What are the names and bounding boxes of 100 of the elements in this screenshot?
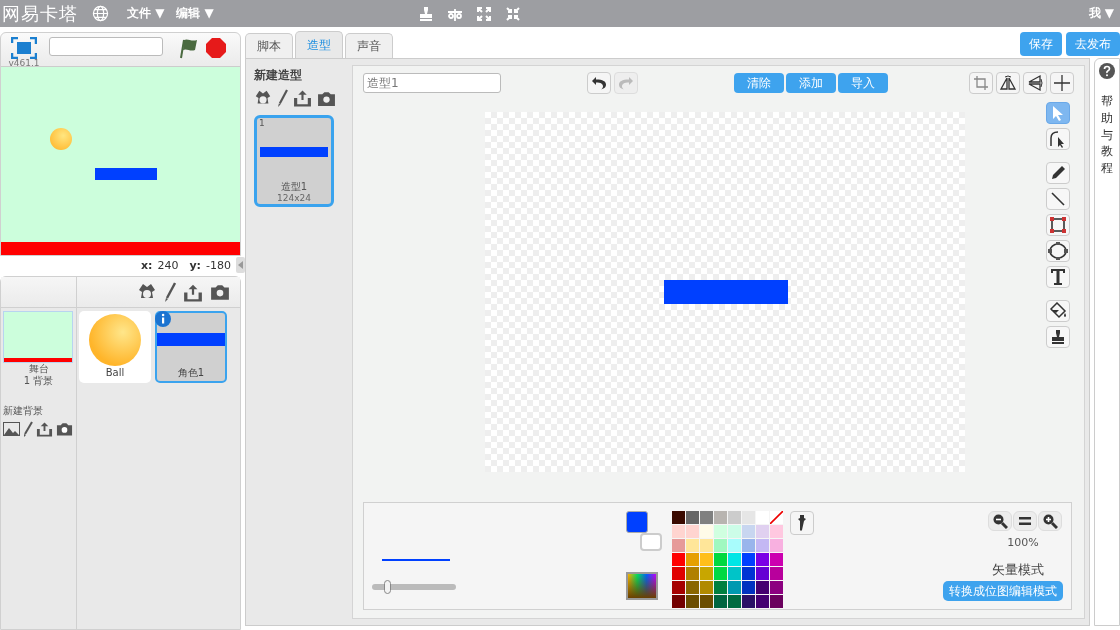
tab[interactable]: 脚本 (245, 33, 293, 58)
color-swatch[interactable] (728, 581, 741, 594)
header-button[interactable]: 保存 (1020, 32, 1062, 56)
color-swatch[interactable] (742, 595, 755, 608)
color-swatch[interactable] (742, 567, 755, 580)
color-swatch[interactable] (672, 511, 685, 524)
tab[interactable]: 造型 (295, 31, 343, 58)
help-icon[interactable] (1099, 63, 1115, 79)
line-tool[interactable] (1046, 188, 1070, 210)
camera-icon[interactable] (56, 422, 73, 436)
color-swatch[interactable] (714, 581, 727, 594)
color-swatch[interactable] (700, 567, 713, 580)
header-button[interactable]: 去发布 (1066, 32, 1120, 56)
brush-icon[interactable] (23, 421, 33, 437)
costume-card[interactable]: 1 造型1 124x24 (254, 115, 334, 207)
collapse-icon[interactable] (236, 257, 245, 273)
stop-icon[interactable] (205, 37, 227, 59)
rect-tool[interactable] (1046, 214, 1070, 236)
landscape-icon[interactable] (3, 422, 20, 436)
color-swatch[interactable] (700, 525, 713, 538)
menu-button[interactable]: 文件 ▼ (121, 5, 171, 22)
color-swatch[interactable] (770, 595, 783, 608)
color-swatch[interactable] (686, 553, 699, 566)
sprite-card[interactable]: Ball (79, 311, 151, 383)
sprite-card[interactable]: 角色1 (155, 311, 227, 383)
info-icon[interactable] (155, 311, 171, 327)
logo[interactable]: 网易卡塔 (2, 1, 78, 26)
rectangle-shape[interactable] (663, 280, 788, 304)
color-swatch[interactable] (756, 581, 769, 594)
costume-name-field[interactable]: 造型1 (363, 73, 501, 93)
color-swatch[interactable] (756, 525, 769, 538)
upload-icon[interactable] (183, 282, 203, 302)
color-swatch[interactable] (714, 511, 727, 524)
color-swatch[interactable] (686, 567, 699, 580)
color-swatch[interactable] (728, 539, 741, 552)
primary-color-swatch[interactable] (626, 511, 648, 533)
flag-icon[interactable] (177, 37, 199, 59)
color-swatch[interactable] (700, 539, 713, 552)
color-swatch[interactable] (686, 595, 699, 608)
color-swatch[interactable] (714, 595, 727, 608)
color-swatch[interactable] (756, 539, 769, 552)
color-swatch[interactable] (742, 511, 755, 524)
color-swatch[interactable] (714, 525, 727, 538)
camera-icon[interactable] (210, 284, 230, 300)
color-swatch[interactable] (770, 539, 783, 552)
shrink-icon[interactable] (504, 5, 521, 22)
color-swatch[interactable] (728, 553, 741, 566)
upload-icon[interactable] (293, 89, 312, 107)
color-swatch[interactable] (700, 553, 713, 566)
color-swatch[interactable] (756, 567, 769, 580)
stage-thumbnail[interactable] (3, 311, 73, 363)
upload-icon[interactable] (36, 421, 53, 437)
color-swatch[interactable] (756, 595, 769, 608)
action-button[interactable]: 清除 (734, 73, 784, 93)
color-swatch[interactable] (714, 553, 727, 566)
color-swatch[interactable] (728, 567, 741, 580)
secondary-color-swatch[interactable] (640, 533, 662, 551)
color-swatch[interactable] (686, 581, 699, 594)
fullscreen-icon[interactable] (11, 37, 37, 59)
menu-button[interactable]: 编辑 ▼ (170, 5, 220, 22)
brush-icon[interactable] (277, 89, 288, 107)
drawing-canvas[interactable] (484, 112, 965, 472)
color-swatch[interactable] (770, 553, 783, 566)
ellipse-tool[interactable] (1046, 240, 1070, 262)
color-swatch[interactable] (672, 567, 685, 580)
color-swatch[interactable] (728, 511, 741, 524)
flip-horizontal-button[interactable] (996, 72, 1020, 94)
color-swatch[interactable] (686, 511, 699, 524)
action-button[interactable]: 导入 (838, 73, 888, 93)
eyedropper-button[interactable] (790, 511, 814, 535)
color-swatch[interactable] (742, 553, 755, 566)
undo-button[interactable] (587, 72, 611, 94)
crosshair-button[interactable] (1050, 72, 1074, 94)
expand-icon[interactable] (475, 5, 492, 22)
color-swatch[interactable] (728, 525, 741, 538)
color-swatch[interactable] (672, 595, 685, 608)
pencil-tool[interactable] (1046, 162, 1070, 184)
color-swatch[interactable] (714, 567, 727, 580)
color-swatch[interactable] (770, 581, 783, 594)
color-swatch[interactable] (700, 581, 713, 594)
project-title-field[interactable] (49, 37, 163, 56)
color-swatch[interactable] (742, 581, 755, 594)
color-swatch[interactable] (728, 595, 741, 608)
color-swatch[interactable] (742, 539, 755, 552)
flip-vertical-button[interactable] (1023, 72, 1047, 94)
user-menu[interactable]: 我 ▼ (1082, 5, 1120, 22)
convert-to-bitmap-button[interactable]: 转换成位图编辑模式 (943, 581, 1063, 601)
color-swatch[interactable] (686, 539, 699, 552)
color-spectrum-button[interactable] (626, 572, 658, 600)
action-button[interactable]: 添加 (786, 73, 836, 93)
color-swatch[interactable] (770, 525, 783, 538)
color-swatch[interactable] (672, 525, 685, 538)
zoom-out-button[interactable] (988, 511, 1012, 531)
color-swatch[interactable] (756, 511, 769, 524)
color-swatch[interactable] (700, 595, 713, 608)
help-panel[interactable]: 帮助与教程 (1094, 58, 1120, 626)
color-swatch[interactable] (686, 525, 699, 538)
line-width-slider[interactable] (372, 580, 456, 594)
stamp-tool[interactable] (1046, 326, 1070, 348)
brush-icon[interactable] (164, 282, 176, 302)
